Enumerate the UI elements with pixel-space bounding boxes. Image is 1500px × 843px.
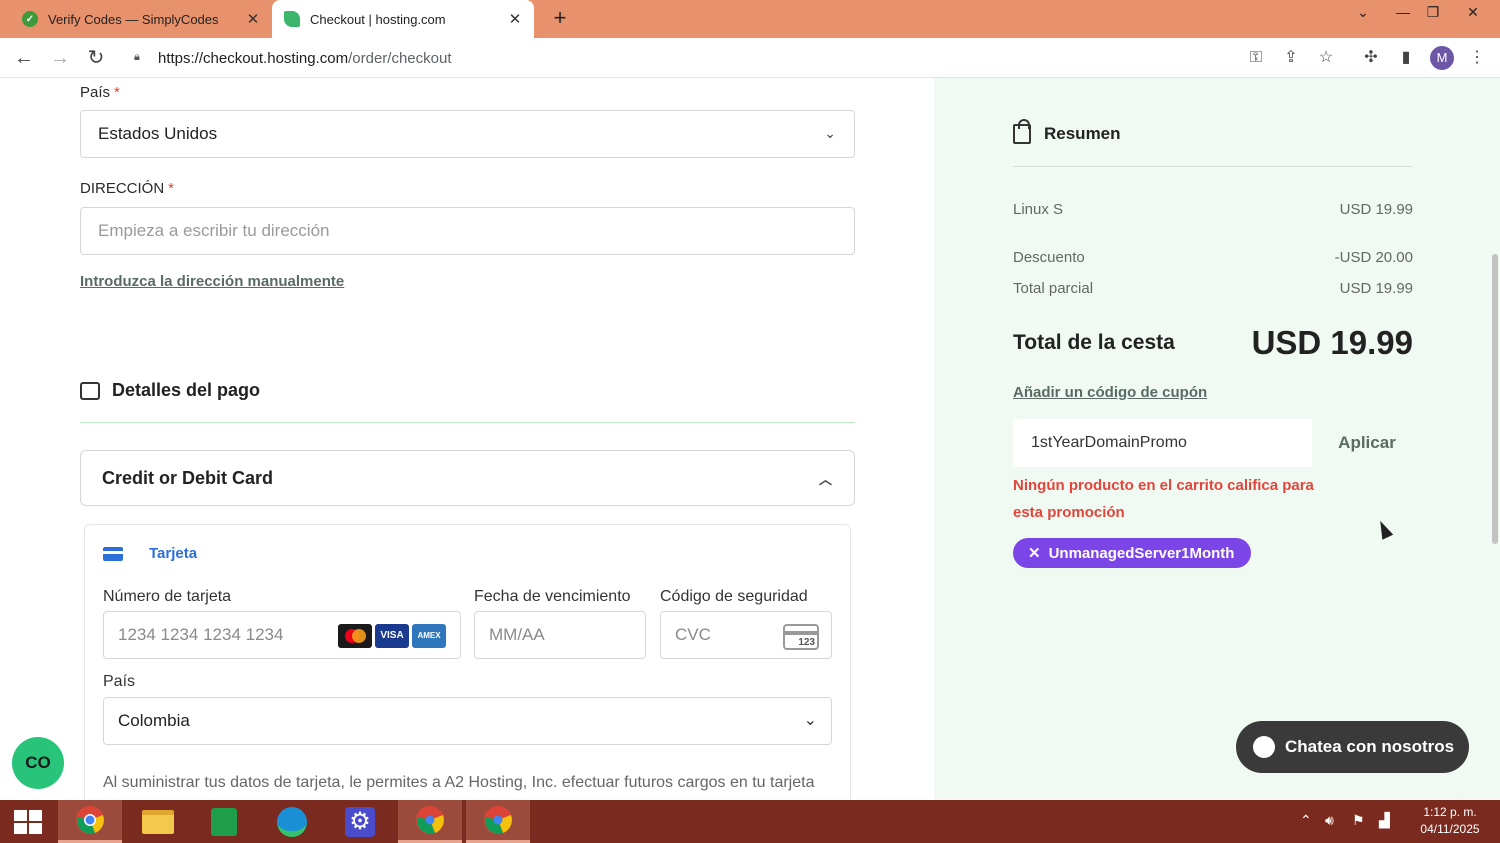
network-flag-icon[interactable]: ⚑ (1352, 812, 1365, 829)
summary-row-discount: Descuento -USD 20.00 (1013, 249, 1413, 266)
spreadsheet-app-icon[interactable] (192, 800, 256, 843)
new-tab-button[interactable]: + (548, 6, 572, 30)
expiry-input[interactable]: MM/AA (474, 611, 646, 659)
address-input[interactable]: Empieza a escribir tu dirección (80, 207, 855, 255)
menu-kebab-icon[interactable]: ⋮ (1466, 47, 1488, 69)
co-badge-button[interactable]: CO (12, 737, 64, 789)
coupon-input[interactable]: 1stYearDomainPromo (1013, 419, 1312, 467)
forward-arrow-icon[interactable]: → (48, 46, 72, 70)
card-number-input[interactable]: 1234 1234 1234 1234 VISA AMEX (103, 611, 461, 659)
side-panel-icon[interactable]: ▮ (1395, 47, 1417, 69)
mastercard-icon (338, 624, 372, 648)
card-number-label: Número de tarjeta (103, 588, 232, 605)
country-select[interactable]: Estados Unidos ⌄ (80, 110, 855, 158)
close-tab-icon[interactable]: ✕ (242, 10, 264, 28)
restore-icon[interactable]: ❐ (1418, 0, 1448, 24)
chevron-up-icon: ︿ (818, 472, 832, 487)
amex-icon: AMEX (412, 624, 446, 648)
lock-icon: 🔒︎ (134, 51, 140, 63)
signal-icon[interactable]: ▟ (1379, 812, 1390, 829)
minimize-icon[interactable]: — (1388, 0, 1418, 24)
card-consent-text: Al suministrar tus datos de tarjeta, le … (103, 774, 815, 791)
chrome-profile-y-icon[interactable] (398, 800, 462, 843)
cvc-placeholder: CVC (675, 625, 711, 644)
total-label: Total de la cesta (1013, 331, 1175, 354)
back-arrow-icon[interactable]: ← (12, 46, 36, 70)
tab-simplycodes[interactable]: ✓ Verify Codes — SimplyCodes ✕ (10, 0, 272, 38)
card-method-accordion[interactable]: Credit or Debit Card ︿ (80, 450, 855, 506)
country-label: País * (80, 84, 120, 101)
expiry-label: Fecha de vencimiento (474, 588, 631, 605)
reload-icon[interactable]: ↻ (84, 46, 108, 70)
total-value: USD 19.99 (1251, 324, 1413, 361)
applied-promo-chip[interactable]: ✕ UnmanagedServer1Month (1013, 538, 1252, 568)
chevron-down-icon: ⌄ (803, 712, 817, 729)
edge-browser-icon[interactable] (260, 800, 324, 843)
shopping-bag-icon (1013, 119, 1031, 144)
summary-title: Resumen (1013, 119, 1121, 144)
chrome-profile-t-icon[interactable] (466, 800, 530, 843)
file-explorer-icon[interactable] (126, 800, 190, 843)
settings-gear-icon[interactable]: ⚙ (328, 800, 392, 843)
system-clock[interactable]: 1:12 p. m. 04/11/2025 (1410, 804, 1490, 838)
chat-bubble-icon (1253, 736, 1275, 758)
tab-search-chevron-icon[interactable]: ⌄ (1348, 0, 1378, 24)
profile-avatar[interactable]: M (1430, 46, 1454, 70)
tab-title: Checkout | hosting.com (310, 11, 446, 27)
os-taskbar: ⚙ ⌃ 🔊︎ ⚑ ▟ 1:12 p. m. 04/11/2025 (0, 800, 1500, 843)
manual-address-link[interactable]: Introduzca la dirección manualmente (80, 273, 344, 290)
tab-checkout[interactable]: Checkout | hosting.com ✕ (272, 0, 534, 38)
billing-country-select[interactable]: Colombia ⌄ (103, 697, 832, 745)
cvc-card-icon: 123 (783, 624, 819, 650)
extensions-puzzle-icon[interactable]: ✣ (1360, 47, 1382, 69)
tray-chevron-up-icon[interactable]: ⌃ (1300, 812, 1312, 829)
visa-icon: VISA (375, 624, 409, 648)
hosting-favicon-icon (284, 11, 300, 27)
share-icon[interactable]: ⇪ (1280, 47, 1302, 69)
chat-button[interactable]: Chatea con nosotros (1236, 721, 1469, 773)
address-label: DIRECCIÓN * (80, 180, 175, 197)
volume-icon[interactable]: 🔊︎ (1325, 812, 1334, 829)
billing-country-label: País (103, 673, 136, 690)
card-number-placeholder: 1234 1234 1234 1234 (118, 625, 284, 644)
country-value: Estados Unidos (98, 124, 218, 143)
close-tab-icon[interactable]: ✕ (504, 10, 526, 28)
cvc-label: Código de seguridad (660, 588, 808, 605)
clock-time: 1:12 p. m. (1423, 805, 1477, 819)
page-scrollbar[interactable] (1492, 254, 1498, 544)
billing-country-value: Colombia (118, 711, 190, 730)
address-toolbar: ← → ↻ 🔒︎ https://checkout.hosting.com/or… (0, 38, 1500, 78)
windows-start-icon[interactable] (14, 810, 42, 834)
simplycodes-favicon-icon: ✓ (22, 11, 38, 27)
card-method-title: Credit or Debit Card (102, 467, 274, 488)
add-coupon-link[interactable]: Añadir un código de cupón (1013, 384, 1207, 401)
chrome-taskbar-icon[interactable] (58, 800, 122, 843)
card-form: Tarjeta Número de tarjeta 1234 1234 1234… (84, 524, 851, 800)
clock-date: 04/11/2025 (1420, 822, 1480, 836)
url-bar[interactable]: 🔒︎ https://checkout.hosting.com/order/ch… (120, 44, 1350, 72)
checkout-page: País * Estados Unidos ⌄ DIRECCIÓN * Empiez… (0, 78, 1500, 800)
summary-row-product: Linux S USD 19.99 (1013, 201, 1413, 218)
summary-row-subtotal: Total parcial USD 19.99 (1013, 280, 1413, 297)
tab-tarjeta[interactable]: Tarjeta (103, 545, 197, 562)
summary-divider (1013, 166, 1412, 167)
payment-section-title: Detalles del pago (80, 380, 260, 401)
section-divider (80, 422, 855, 423)
wallet-icon (80, 381, 100, 400)
remove-promo-icon[interactable]: ✕ (1028, 544, 1041, 562)
bookmark-star-icon[interactable]: ☆ (1315, 47, 1337, 69)
coupon-error-message: Ningún producto en el carrito califica p… (1013, 477, 1314, 521)
key-icon[interactable]: ⚿ (1245, 47, 1267, 69)
basket-total: Total de la cesta USD 19.99 (1013, 324, 1413, 362)
window-close-icon[interactable]: ✕ (1458, 0, 1488, 24)
url-text: https://checkout.hosting.com/order/check… (158, 49, 452, 67)
chevron-down-icon: ⌄ (824, 125, 836, 141)
tab-title: Verify Codes — SimplyCodes (48, 11, 219, 27)
credit-card-icon (103, 546, 123, 561)
tab-bar: ✓ Verify Codes — SimplyCodes ✕ Checkout … (0, 0, 1500, 38)
apply-coupon-button[interactable]: Aplicar (1322, 419, 1412, 467)
cvc-input[interactable]: CVC 123 (660, 611, 832, 659)
